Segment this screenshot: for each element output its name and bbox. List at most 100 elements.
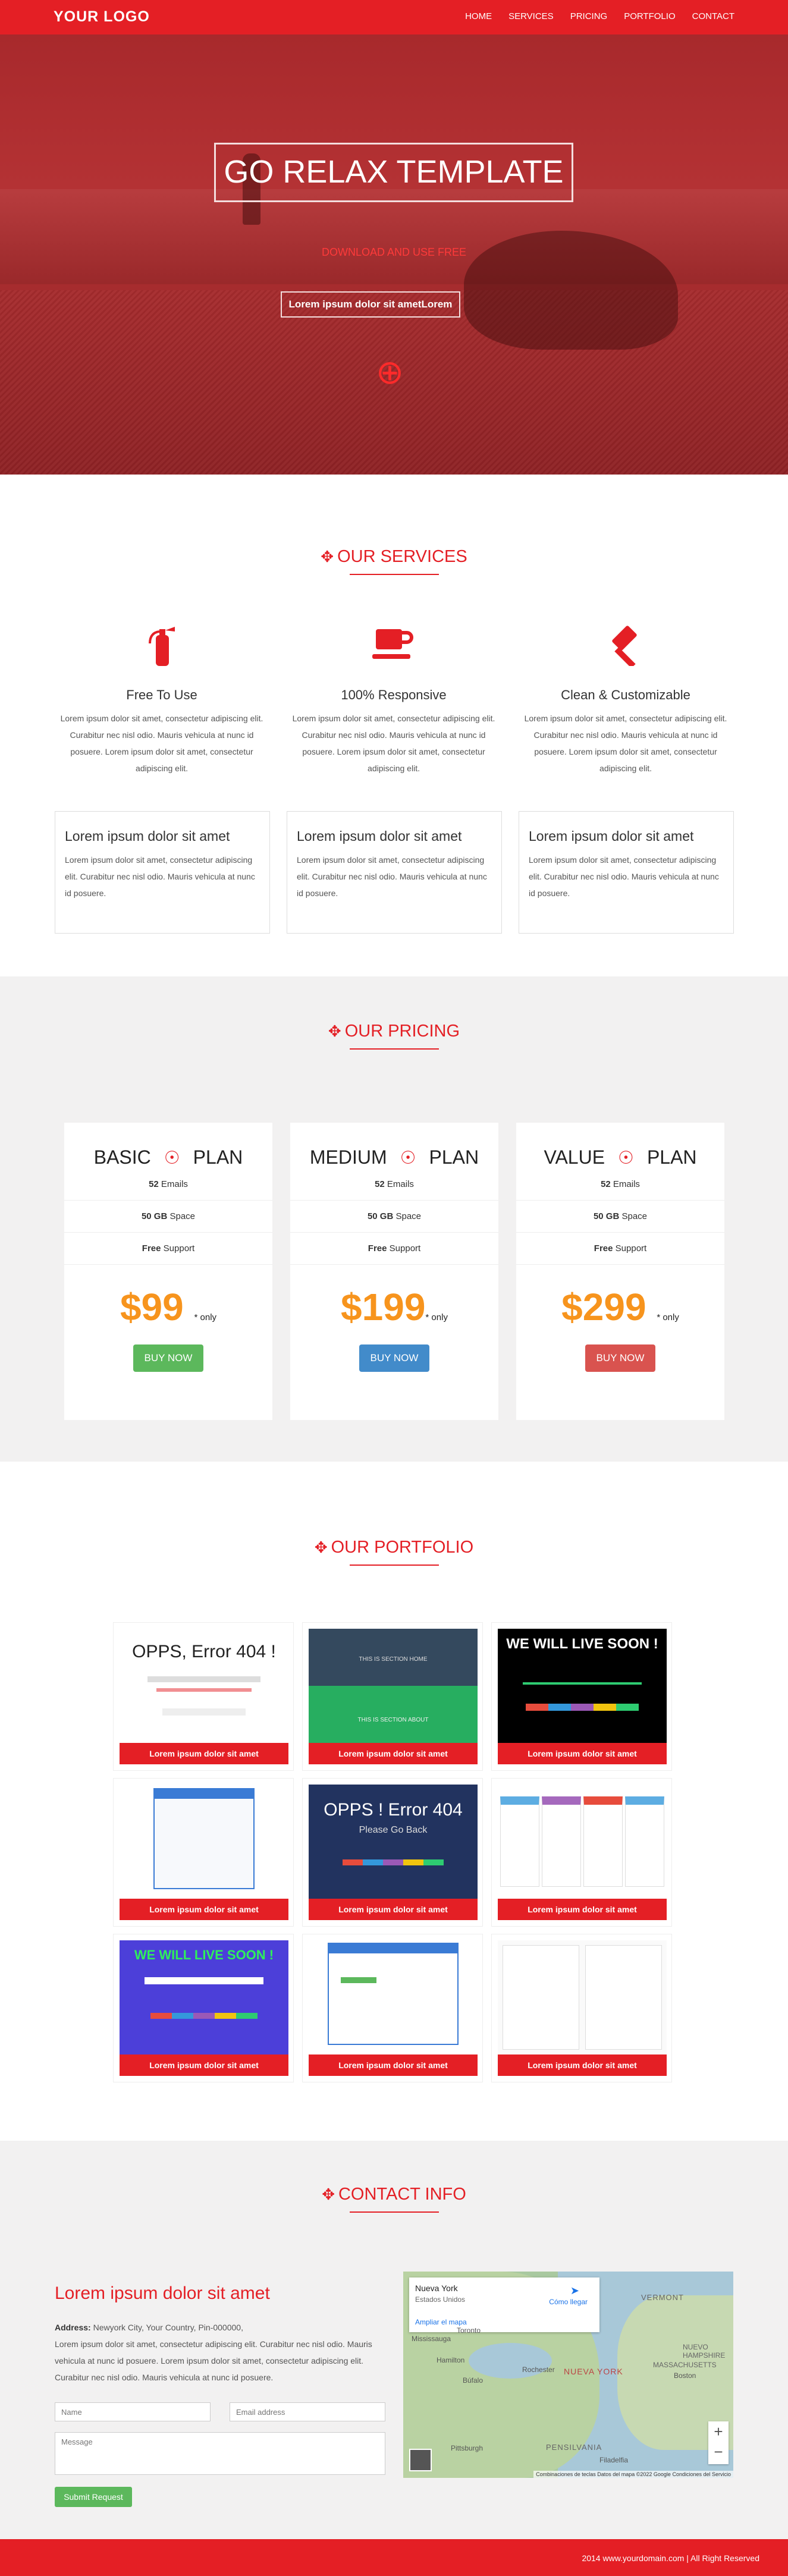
crosshair-icon: ✥	[321, 548, 334, 566]
pricing-title: OUR PRICING	[344, 1022, 460, 1041]
fire-extinguisher-icon	[55, 624, 269, 672]
thumb-bar	[341, 1977, 376, 1983]
contact-title: CONTACT INFO	[338, 2185, 466, 2204]
nav-home[interactable]: HOME	[465, 11, 492, 21]
pricing-heading: ✥ OUR PRICING	[0, 1022, 788, 1050]
portfolio-caption: Lorem ipsum dolor sit amet	[120, 1743, 288, 1764]
thumb-bar	[343, 1859, 444, 1865]
message-input[interactable]	[55, 2432, 385, 2475]
price-note: * only	[657, 1312, 679, 1322]
plan-feature: Free Support	[64, 1233, 272, 1265]
plan-feature: 52 Emails	[516, 1168, 724, 1201]
feature-label: Space	[395, 1211, 422, 1221]
map[interactable]: Nueva York Estados Unidos Cómo llegar ➤ …	[403, 2272, 733, 2478]
nav-services[interactable]: SERVICES	[508, 11, 554, 21]
plan-name: MEDIUM	[309, 1146, 387, 1168]
dot-circle-icon: ☉	[400, 1148, 416, 1168]
name-input[interactable]	[55, 2402, 211, 2421]
directions-icon: ➤	[570, 2285, 579, 2297]
plan-basic: BASIC ☉ PLAN 52 Emails 50 GB Space Free Su…	[64, 1123, 272, 1420]
thumb-bar	[147, 1676, 260, 1682]
portfolio-caption: Lorem ipsum dolor sit amet	[498, 1899, 667, 1920]
portfolio-item[interactable]: Lorem ipsum dolor sit amet	[113, 1778, 294, 1927]
address-label: Address:	[55, 2323, 91, 2332]
portfolio-item[interactable]: OPPS ! Error 404 Please Go Back Lorem ip…	[302, 1778, 483, 1927]
directions-link[interactable]: Cómo llegar	[549, 2298, 588, 2306]
enlarge-map-link[interactable]: Ampliar el mapa	[415, 2318, 467, 2326]
thumb-text: THIS IS SECTION HOME	[309, 1629, 478, 1686]
hero-button[interactable]: Lorem ipsum dolor sit ametLorem	[281, 291, 460, 318]
plan-feature: 52 Emails	[290, 1168, 498, 1201]
price-note: * only	[194, 1312, 217, 1322]
hero-title: GO RELAX TEMPLATE	[214, 143, 573, 202]
feature-value: 50 GB	[367, 1211, 394, 1221]
navbar: YOUR LOGO HOME SERVICES PRICING PORTFOLI…	[0, 0, 788, 34]
portfolio-caption: Lorem ipsum dolor sit amet	[309, 1899, 478, 1920]
plan-suffix: PLAN	[193, 1146, 243, 1168]
portfolio-item[interactable]: Lorem ipsum dolor sit amet	[491, 1778, 672, 1927]
plan-price: $99 * only	[64, 1285, 272, 1329]
feature-value: Free	[594, 1243, 613, 1254]
portfolio-heading: ✥ OUR PORTFOLIO	[0, 1538, 788, 1566]
thumb-bar	[156, 1688, 252, 1692]
buy-now-button[interactable]: BUY NOW	[133, 1344, 203, 1372]
info-box-text: Lorem ipsum dolor sit amet, consectetur …	[297, 855, 487, 898]
portfolio-item[interactable]: WE WILL LIVE SOON ! Lorem ipsum dolor si…	[491, 1622, 672, 1771]
thumb-form	[153, 1788, 255, 1889]
service-responsive: 100% Responsive Lorem ipsum dolor sit am…	[287, 624, 501, 777]
buy-now-button[interactable]: BUY NOW	[359, 1344, 429, 1372]
portfolio-item[interactable]: WE WILL LIVE SOON ! Lorem ipsum dolor si…	[113, 1934, 294, 2082]
map-label: Búfalo	[463, 2376, 484, 2385]
contact-title-text: Lorem ipsum dolor sit amet	[55, 2283, 270, 2303]
map-label: NUEVO HAMPSHIRE	[683, 2343, 726, 2360]
satellite-toggle[interactable]	[409, 2449, 432, 2471]
thumb-bar	[155, 1789, 253, 1799]
portfolio-thumb: WE WILL LIVE SOON !	[498, 1629, 667, 1743]
portfolio-item[interactable]: THIS IS SECTION HOME THIS IS SECTION ABO…	[302, 1622, 483, 1771]
info-box-text: Lorem ipsum dolor sit amet, consectetur …	[65, 855, 255, 898]
zoom-out-button[interactable]: −	[708, 2442, 729, 2462]
portfolio-item[interactable]: Lorem ipsum dolor sit amet	[302, 1934, 483, 2082]
feature-label: Space	[169, 1211, 196, 1221]
portfolio-item[interactable]: Lorem ipsum dolor sit amet	[491, 1934, 672, 2082]
map-label: NUEVA YORK	[564, 2367, 623, 2376]
nav-contact[interactable]: CONTACT	[692, 11, 734, 21]
feature-value: 52	[375, 1179, 385, 1189]
info-box: Lorem ipsum dolor sit amet Lorem ipsum d…	[55, 811, 270, 934]
portfolio-thumb: THIS IS SECTION HOME THIS IS SECTION ABO…	[309, 1629, 478, 1743]
thumb-col	[625, 1796, 664, 1887]
info-box-text: Lorem ipsum dolor sit amet, consectetur …	[529, 855, 719, 898]
nav-portfolio[interactable]: PORTFOLIO	[624, 11, 675, 21]
price-value: $199	[341, 1286, 426, 1328]
thumb-form	[328, 1943, 459, 2045]
buy-now-button[interactable]: BUY NOW	[585, 1344, 655, 1372]
gavel-icon	[519, 624, 733, 672]
crosshair-icon[interactable]: ⊕	[376, 353, 404, 392]
hero: GO RELAX TEMPLATE DOWNLOAD AND USE FREE …	[0, 34, 788, 475]
email-input[interactable]	[230, 2402, 385, 2421]
plan-feature: Free Support	[290, 1233, 498, 1265]
plan-title: MEDIUM ☉ PLAN	[290, 1146, 498, 1168]
logo[interactable]: YOUR LOGO	[54, 8, 150, 26]
map-info-card: Nueva York Estados Unidos Cómo llegar ➤ …	[409, 2277, 599, 2332]
dot-circle-icon: ☉	[164, 1148, 180, 1168]
zoom-in-button[interactable]: +	[708, 2421, 729, 2442]
crosshair-icon: ✥	[328, 1022, 341, 1040]
nav-pricing[interactable]: PRICING	[570, 11, 608, 21]
submit-request-button[interactable]: Submit Request	[55, 2487, 132, 2507]
crosshair-icon: ✥	[322, 2185, 335, 2203]
crosshair-icon: ✥	[314, 1538, 328, 1556]
thumb-title: WE WILL LIVE SOON !	[134, 1947, 274, 1962]
price-value: $299	[561, 1286, 646, 1328]
feature-value: Free	[368, 1243, 387, 1254]
plan-medium: MEDIUM ☉ PLAN 52 Emails 50 GB Space Free S…	[290, 1123, 498, 1420]
portfolio-item[interactable]: OPPS, Error 404 ! Lorem ipsum dolor sit …	[113, 1622, 294, 1771]
price-value: $99	[120, 1286, 184, 1328]
portfolio-caption: Lorem ipsum dolor sit amet	[498, 1743, 667, 1764]
portfolio-thumb	[498, 1940, 667, 2054]
map-label: Rochester	[522, 2365, 555, 2374]
feature-label: Support	[389, 1243, 421, 1254]
thumb-countdown	[523, 1682, 642, 1698]
feature-label: Support	[163, 1243, 195, 1254]
thumb-bar	[150, 2013, 258, 2019]
